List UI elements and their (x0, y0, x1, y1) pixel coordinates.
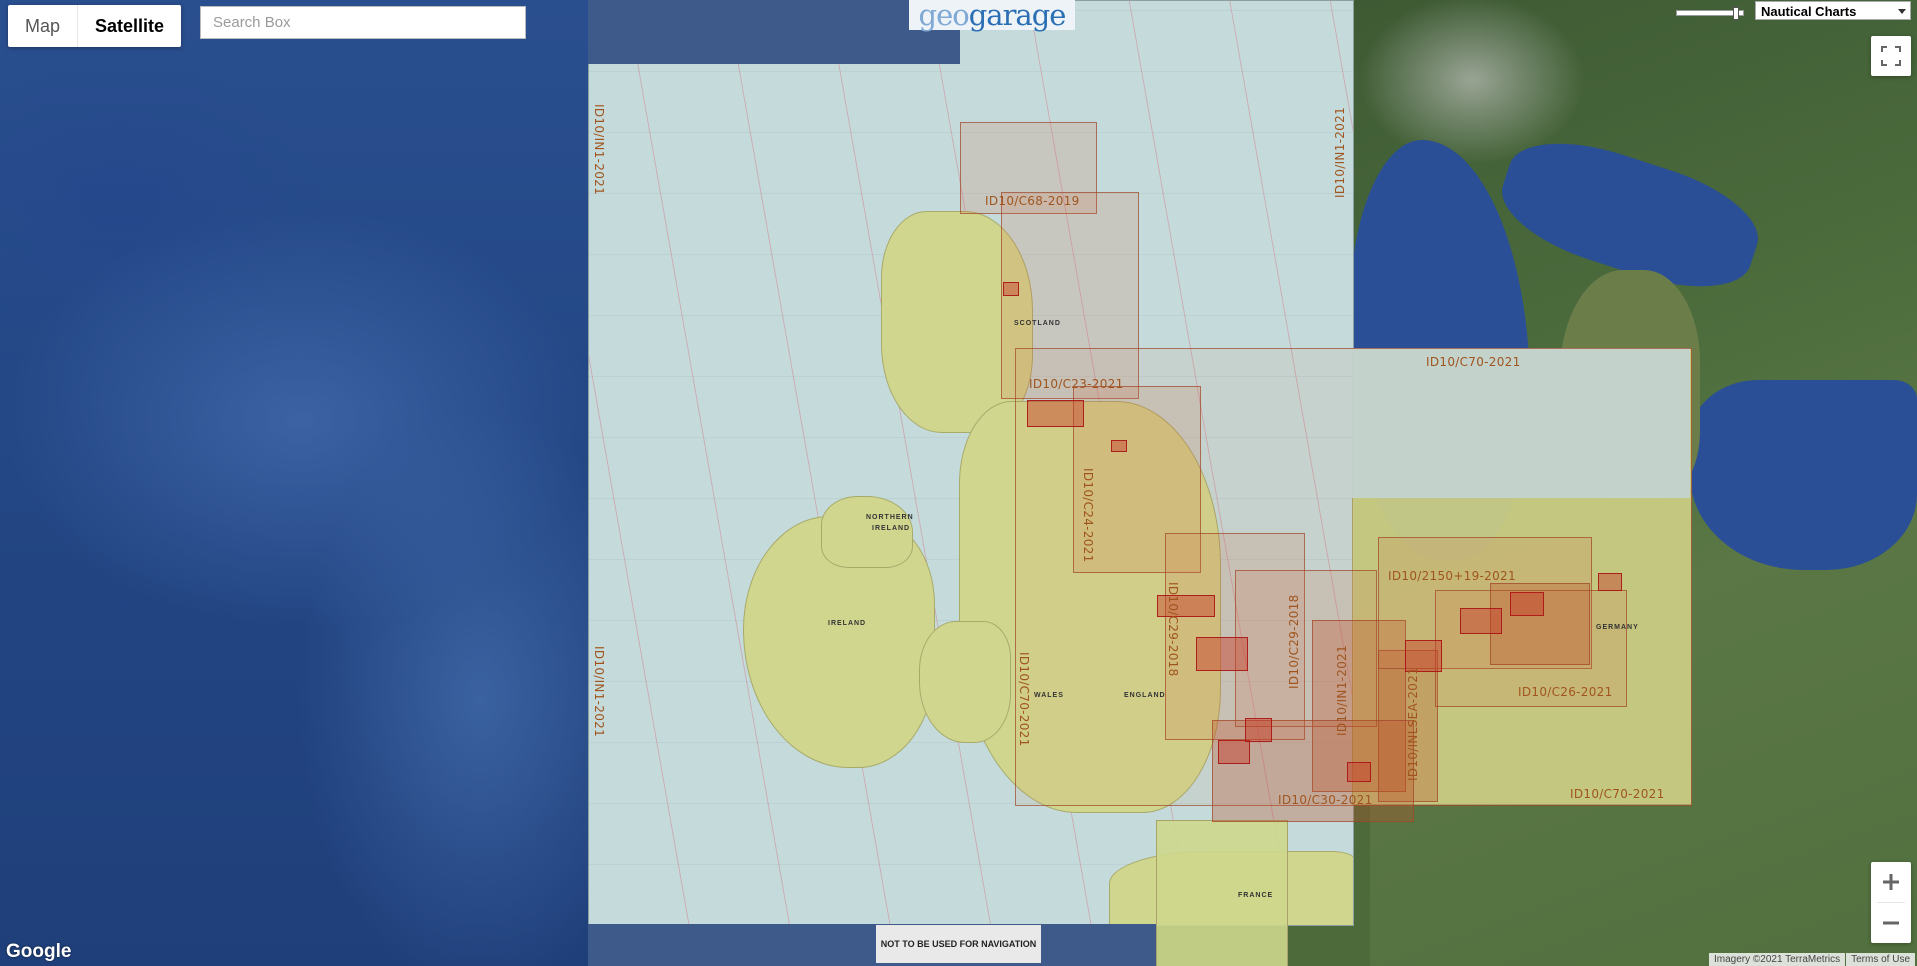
map-type-control: Map Satellite (8, 5, 182, 47)
opacity-slider-thumb[interactable] (1733, 7, 1739, 20)
harbour-chart-6[interactable] (1347, 762, 1371, 782)
chart-label-c29-b: ID10/C29-2018 (1287, 594, 1301, 689)
fullscreen-icon (1881, 46, 1901, 66)
chevron-down-icon (1898, 9, 1906, 14)
harbour-chart-2[interactable] (1111, 440, 1127, 452)
chart-opacity-slider[interactable] (1676, 7, 1744, 20)
harbour-chart-4[interactable] (1218, 740, 1250, 764)
terms-of-use-link[interactable]: Terms of Use (1846, 953, 1916, 966)
harbour-chart-8[interactable] (1460, 608, 1502, 634)
place-label-england: ENGLAND (1124, 692, 1166, 699)
place-label-scotland: SCOTLAND (1014, 320, 1061, 327)
land-wales (919, 621, 1011, 743)
chart-label-c70-left: ID10/C70-2021 (1017, 652, 1031, 747)
chart-label-c30: ID10/C30-2021 (1278, 793, 1373, 807)
satellite-sea-baltic (1690, 380, 1917, 570)
harbour-chart-5[interactable] (1245, 718, 1272, 742)
place-label-northern-ireland-1: NORTHERN (866, 514, 914, 521)
place-label-wales: WALES (1034, 692, 1064, 699)
chart-label-c68: ID10/C68-2019 (985, 194, 1080, 208)
chart-label-c70-bottom: ID10/C70-2021 (1570, 787, 1665, 801)
plus-icon (1883, 874, 1899, 890)
chart-label-inlsea: ID10/INLSEA-2021 (1406, 666, 1420, 781)
chart-label-c24: ID10/C24-2021 (1081, 468, 1095, 563)
logo-suffix: garage (968, 0, 1067, 32)
fullscreen-button[interactable] (1871, 36, 1911, 76)
chart-label-c70-top: ID10/C70-2021 (1426, 355, 1521, 369)
uncovered-water-top (588, 0, 960, 64)
zoom-control (1871, 862, 1911, 943)
place-label-ireland: IRELAND (828, 620, 867, 627)
place-label-france: FRANCE (1238, 892, 1274, 899)
minus-icon (1883, 921, 1899, 925)
search-input[interactable] (200, 6, 526, 39)
map-type-map-button[interactable]: Map (8, 5, 77, 47)
place-label-germany: GERMANY (1596, 624, 1639, 631)
geogarage-logo: geo garage (909, 0, 1075, 32)
chart-label-in1-mid: ID10/IN1-2021 (1335, 644, 1349, 736)
uncovered-water-bottom (588, 924, 1156, 966)
place-label-northern-ireland-2: IRELAND (872, 525, 911, 532)
chart-label-in1-left-top: ID10/IN1-2021 (592, 104, 606, 196)
google-logo: Google (6, 941, 72, 962)
navigation-warning-banner: NOT TO BE USED FOR NAVIGATION (876, 925, 1041, 963)
chart-label-in1-right-top: ID10/IN1-2021 (1333, 106, 1347, 198)
map-canvas[interactable]: ID10/IN1-2021 ID10/IN1-2021 ID10/IN1-202… (0, 0, 1917, 966)
chart-label-c26: ID10/C26-2021 (1518, 685, 1613, 699)
zoom-out-button[interactable] (1871, 903, 1911, 943)
harbour-chart-3[interactable] (1196, 637, 1248, 671)
harbour-chart-9[interactable] (1510, 592, 1544, 616)
chart-label-c23: ID10/C23-2021 (1029, 377, 1124, 391)
harbour-chart-12[interactable] (1027, 400, 1084, 427)
harbour-chart-10[interactable] (1598, 573, 1622, 591)
chart-label-2150: ID10/2150+19-2021 (1388, 569, 1516, 583)
chart-label-in1-left-bottom: ID10/IN1-2021 (592, 646, 606, 738)
logo-prefix: geo (918, 0, 970, 32)
map-type-satellite-button[interactable]: Satellite (77, 5, 181, 47)
chart-label-c29-a: ID10/C29-2018 (1166, 582, 1180, 677)
layer-select-value: Nautical Charts (1761, 4, 1857, 19)
land-northern-ireland (821, 496, 913, 568)
layer-select[interactable]: Nautical Charts (1755, 1, 1911, 20)
harbour-chart-1[interactable] (1003, 282, 1019, 296)
imagery-attribution: Imagery ©2021 TerraMetrics (1709, 953, 1846, 966)
zoom-in-button[interactable] (1871, 862, 1911, 902)
map-attribution: Imagery ©2021 TerraMetrics Terms of Use (1709, 953, 1916, 966)
